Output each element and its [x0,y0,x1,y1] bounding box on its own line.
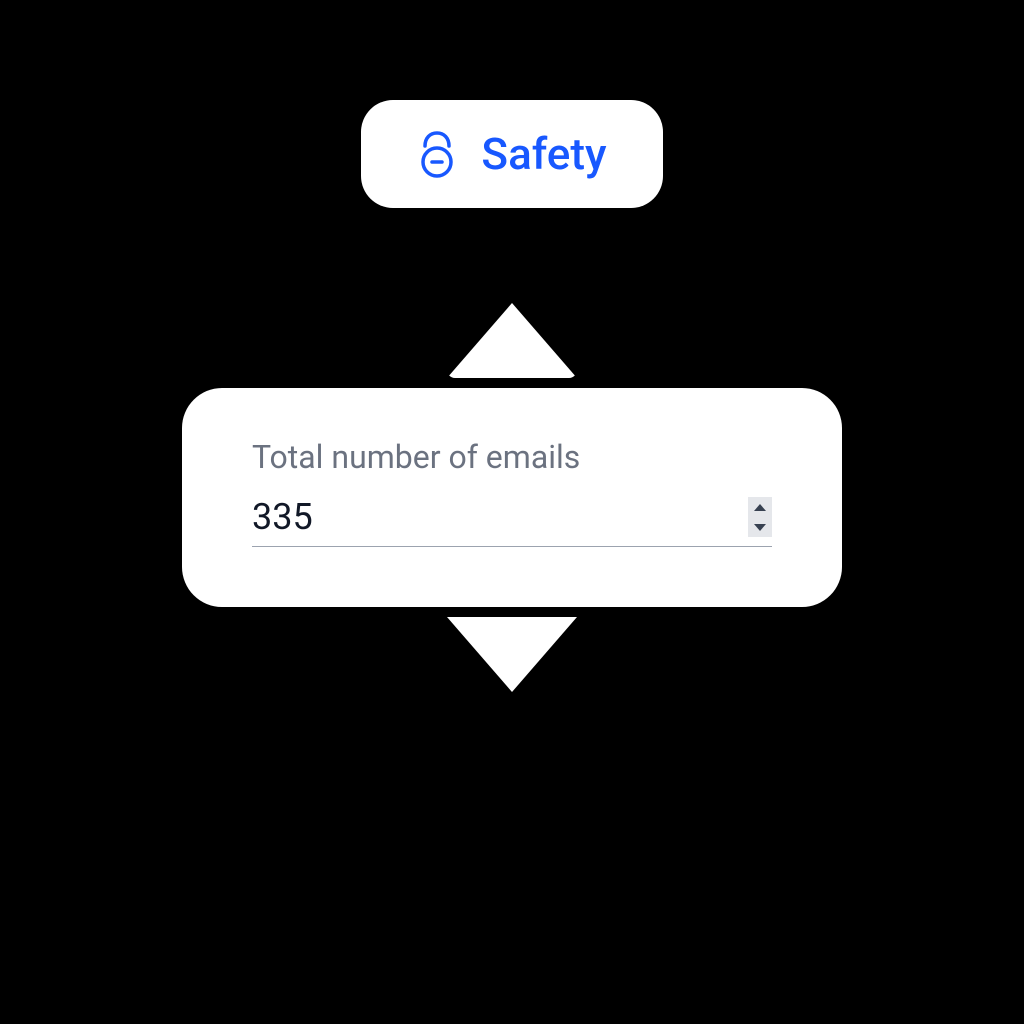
stepper-up-button[interactable] [748,497,772,517]
email-count-card: Total number of emails [182,388,842,607]
email-count-input[interactable] [252,496,748,538]
chevron-down-icon [754,524,766,531]
field-label: Total number of emails [252,438,772,476]
unlock-icon [417,130,457,178]
safety-label: Safety [481,128,606,180]
stepper-down-button[interactable] [748,517,772,537]
safety-pill[interactable]: Safety [361,100,662,208]
increment-arrow-icon[interactable] [447,303,577,378]
input-row [252,496,772,547]
quantity-stepper [748,497,772,537]
chevron-up-icon [754,504,766,511]
decrement-arrow-icon[interactable] [447,617,577,692]
